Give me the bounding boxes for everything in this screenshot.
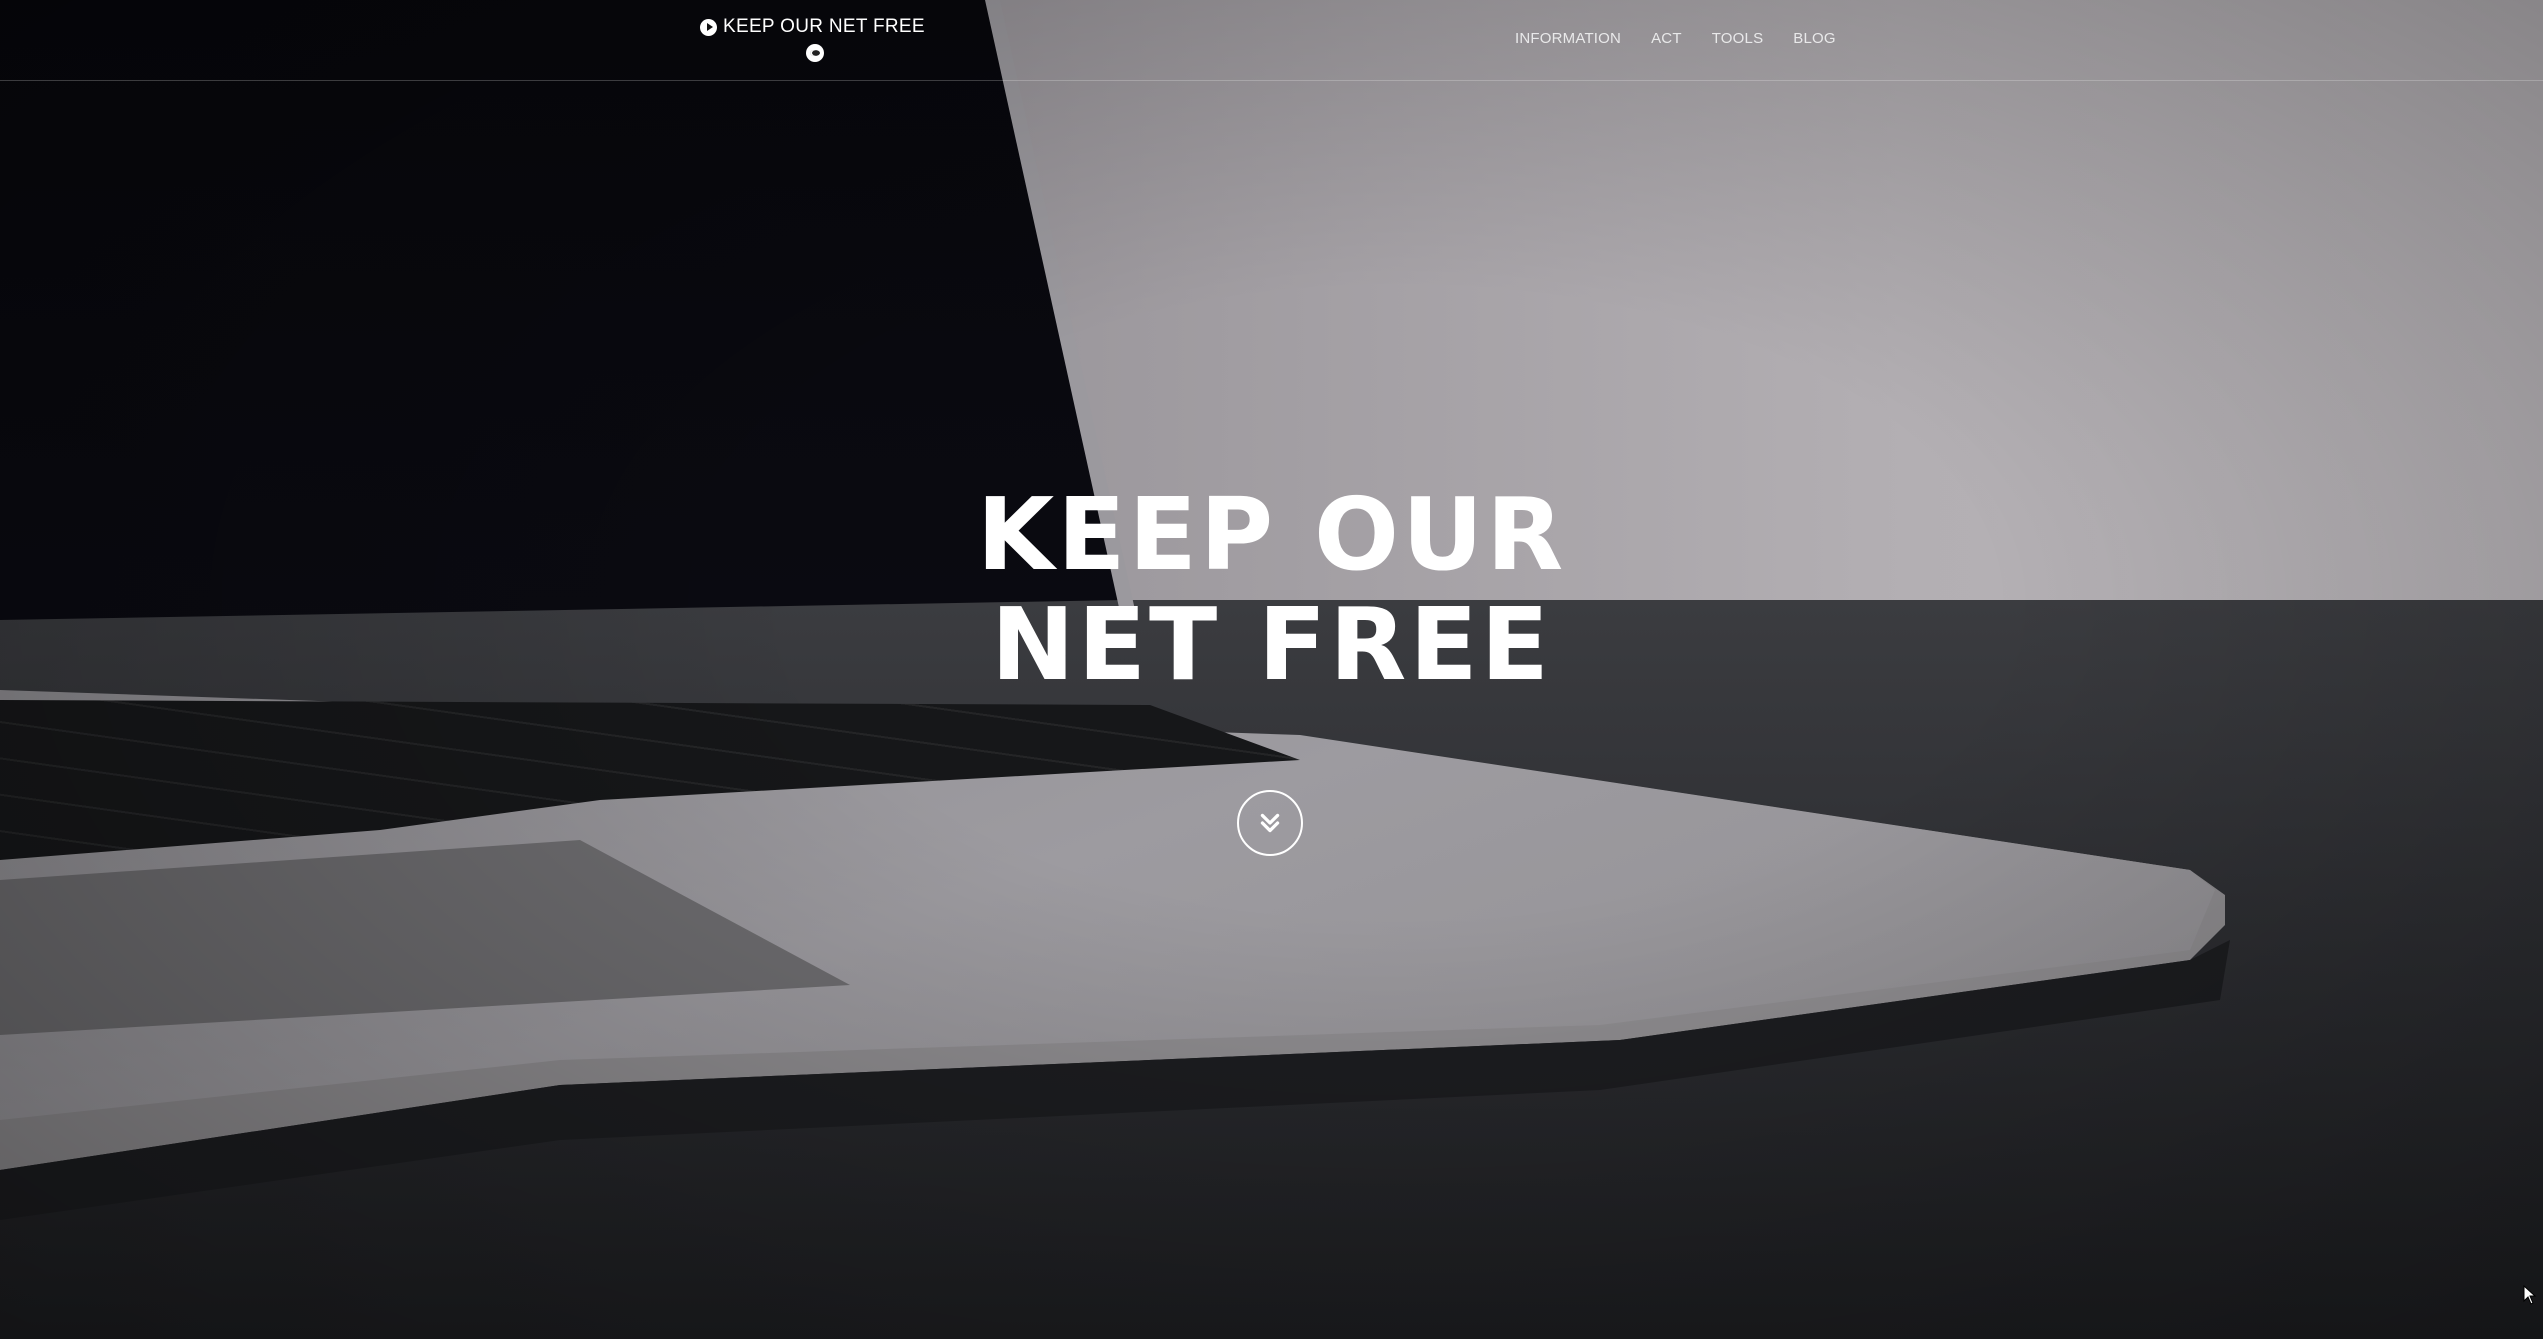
scroll-down-button[interactable] [1237,790,1303,856]
mouse-cursor-icon [2523,1285,2537,1305]
nav-link-blog[interactable]: BLOG [1793,30,1835,47]
nav-links: INFORMATION ACT TOOLS BLOG [1515,30,1836,47]
play-circle-icon [700,18,717,36]
hero-title-line-2: NET FREE [991,586,1552,703]
brand-text: KEEP OUR NET FREE [723,16,925,37]
reddit-icon[interactable] [806,44,824,62]
hero-title-line-1: KEEP OUR [976,476,1567,593]
chevron-double-down-icon [1260,813,1280,833]
nav-link-tools[interactable]: TOOLS [1712,30,1764,47]
navbar: KEEP OUR NET FREE INFORMATION ACT TOOLS … [0,0,2543,81]
nav-link-act[interactable]: ACT [1651,30,1682,47]
brand-link[interactable]: KEEP OUR NET FREE [700,16,925,38]
nav-link-information[interactable]: INFORMATION [1515,30,1621,47]
hero-title: KEEP OUR NET FREE [0,480,2543,700]
page: KEEP OUR NET FREE INFORMATION ACT TOOLS … [0,0,2543,1339]
